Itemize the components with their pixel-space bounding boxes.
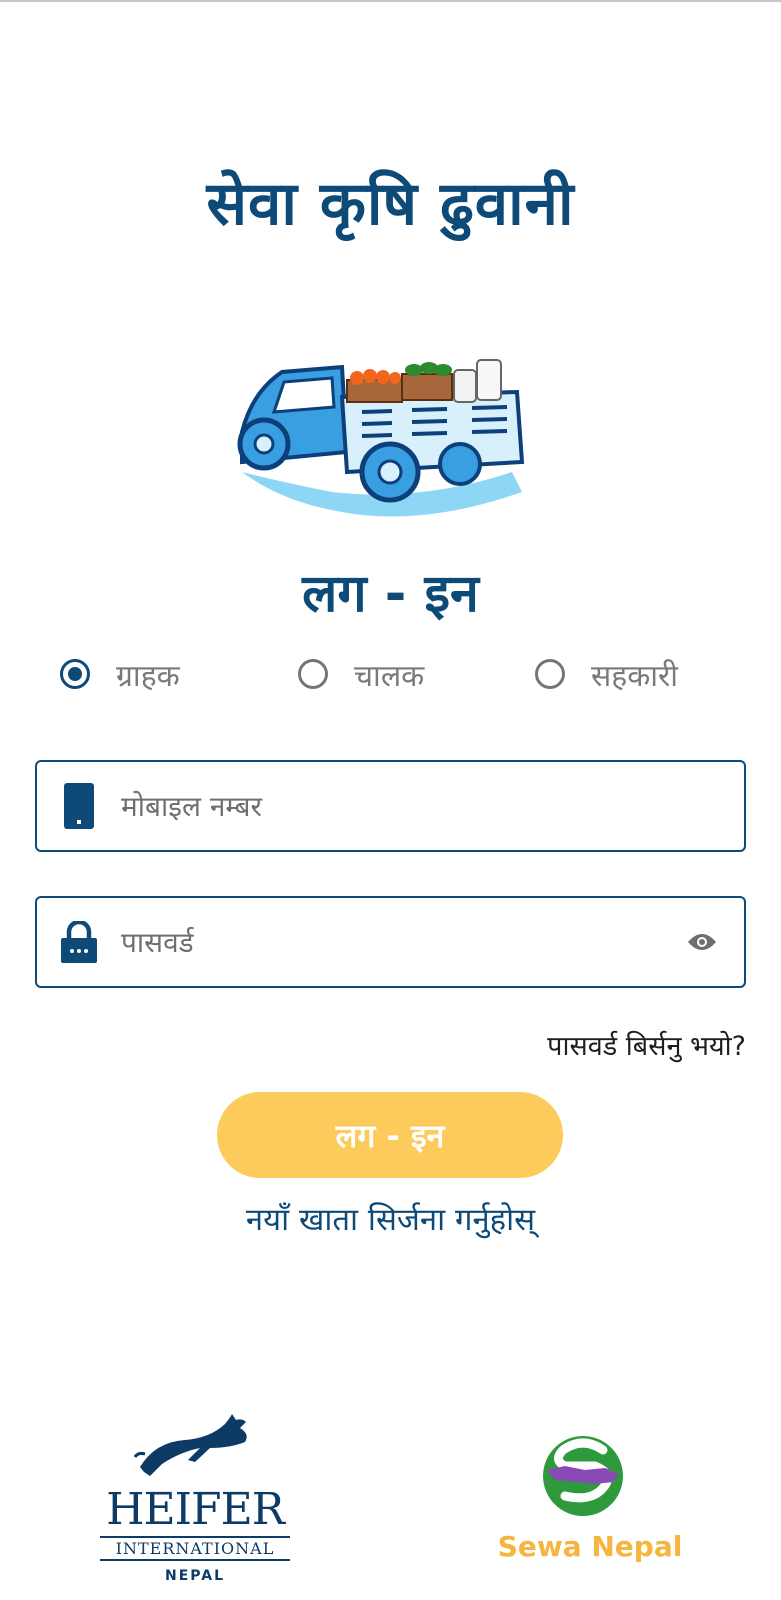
mobile-number-input[interactable]: [121, 776, 744, 836]
sewa-nepal-logo: Sewa Nepal: [495, 1430, 685, 1580]
status-divider: [0, 0, 781, 2]
role-label: ग्राहक: [116, 658, 180, 694]
heifer-subtitle: INTERNATIONAL: [100, 1536, 290, 1561]
padlock-icon: [59, 917, 99, 967]
role-option-cooperative[interactable]: सहकारी: [535, 652, 678, 696]
role-option-customer[interactable]: ग्राहक: [60, 652, 180, 696]
mobile-phone-icon: [59, 781, 99, 831]
app-title: सेवा कृषि ढुवानी: [206, 169, 575, 239]
radio-unselected-icon[interactable]: [298, 659, 328, 689]
role-option-driver[interactable]: चालक: [298, 652, 424, 696]
radio-selected-icon[interactable]: [60, 659, 90, 689]
password-field[interactable]: [35, 896, 746, 988]
leaping-cow-icon: [133, 1414, 247, 1476]
forgot-password-link[interactable]: पासवर्ड बिर्सनु भयो?: [547, 1026, 746, 1063]
sewa-emblem-icon: [543, 1436, 623, 1516]
create-account-link[interactable]: नयाँ खाता सिर्जना गर्नुहोस्: [0, 1198, 781, 1240]
role-label: सहकारी: [591, 658, 679, 694]
role-radio-group: ग्राहक चालक सहकारी: [0, 652, 781, 702]
heifer-region: NEPAL: [164, 1568, 225, 1584]
password-input[interactable]: [121, 912, 682, 972]
login-button[interactable]: लग - इन: [217, 1092, 563, 1178]
login-heading: लग - इन: [302, 564, 479, 624]
truck-illustration: [237, 359, 525, 517]
role-label: चालक: [354, 658, 425, 694]
sewa-nepal-wordmark: Sewa Nepal: [497, 1530, 683, 1563]
eye-icon[interactable]: [682, 922, 722, 962]
heifer-wordmark: HEIFER: [106, 1484, 285, 1535]
heifer-international-logo: HEIFER INTERNATIONAL NEPAL: [100, 1412, 290, 1592]
radio-unselected-icon[interactable]: [535, 659, 565, 689]
mobile-number-field[interactable]: [35, 760, 746, 852]
